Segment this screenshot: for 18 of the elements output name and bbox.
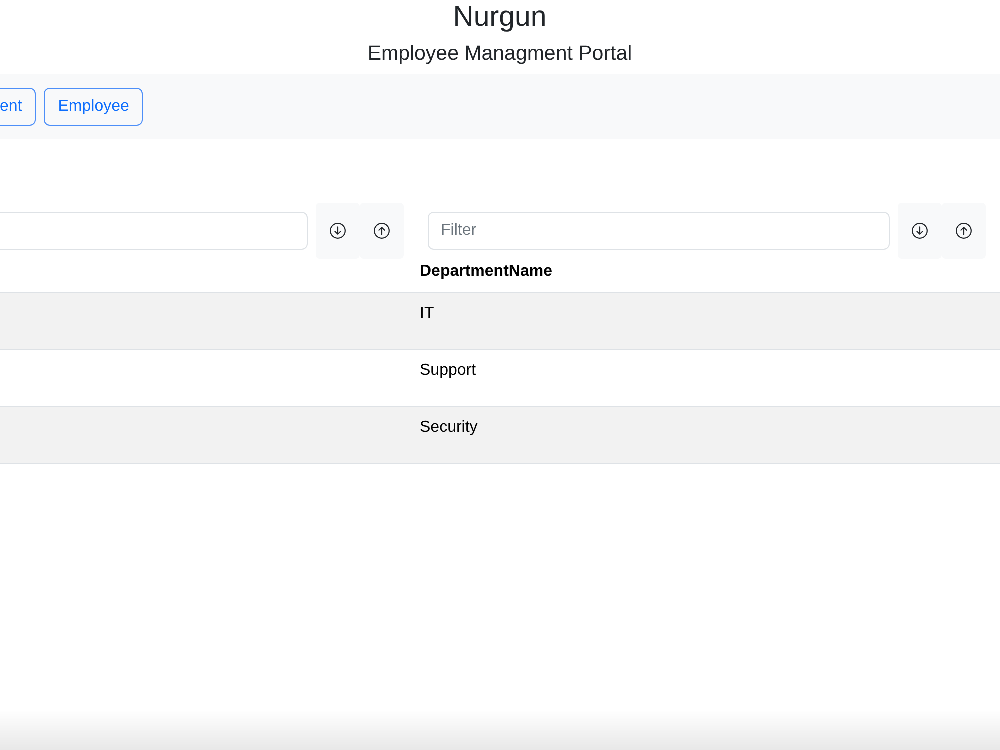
nav-button[interactable]: ent — [0, 88, 36, 126]
filter-field[interactable] — [0, 212, 308, 250]
nav-button[interactable]: Employee — [44, 88, 144, 126]
arrow-up-circle-icon — [956, 223, 972, 239]
app-title: Nurgun — [453, 0, 547, 34]
table-cell-text: Support — [420, 361, 476, 381]
app-subtitle: Employee Managment Portal — [368, 42, 632, 66]
column-header: DepartmentName — [420, 262, 552, 282]
table-cell-text: IT — [420, 304, 434, 324]
sort-ascending-button[interactable] — [942, 203, 986, 259]
table-cell-text: Security — [420, 418, 478, 438]
sort-descending-button[interactable] — [898, 203, 942, 259]
arrow-up-circle-icon — [374, 223, 390, 239]
arrow-down-circle-icon — [912, 223, 928, 239]
arrow-down-circle-icon — [330, 223, 346, 239]
sort-descending-button[interactable] — [316, 203, 360, 259]
sort-ascending-button[interactable] — [360, 203, 404, 259]
filter-field[interactable]: Filter — [428, 212, 890, 250]
